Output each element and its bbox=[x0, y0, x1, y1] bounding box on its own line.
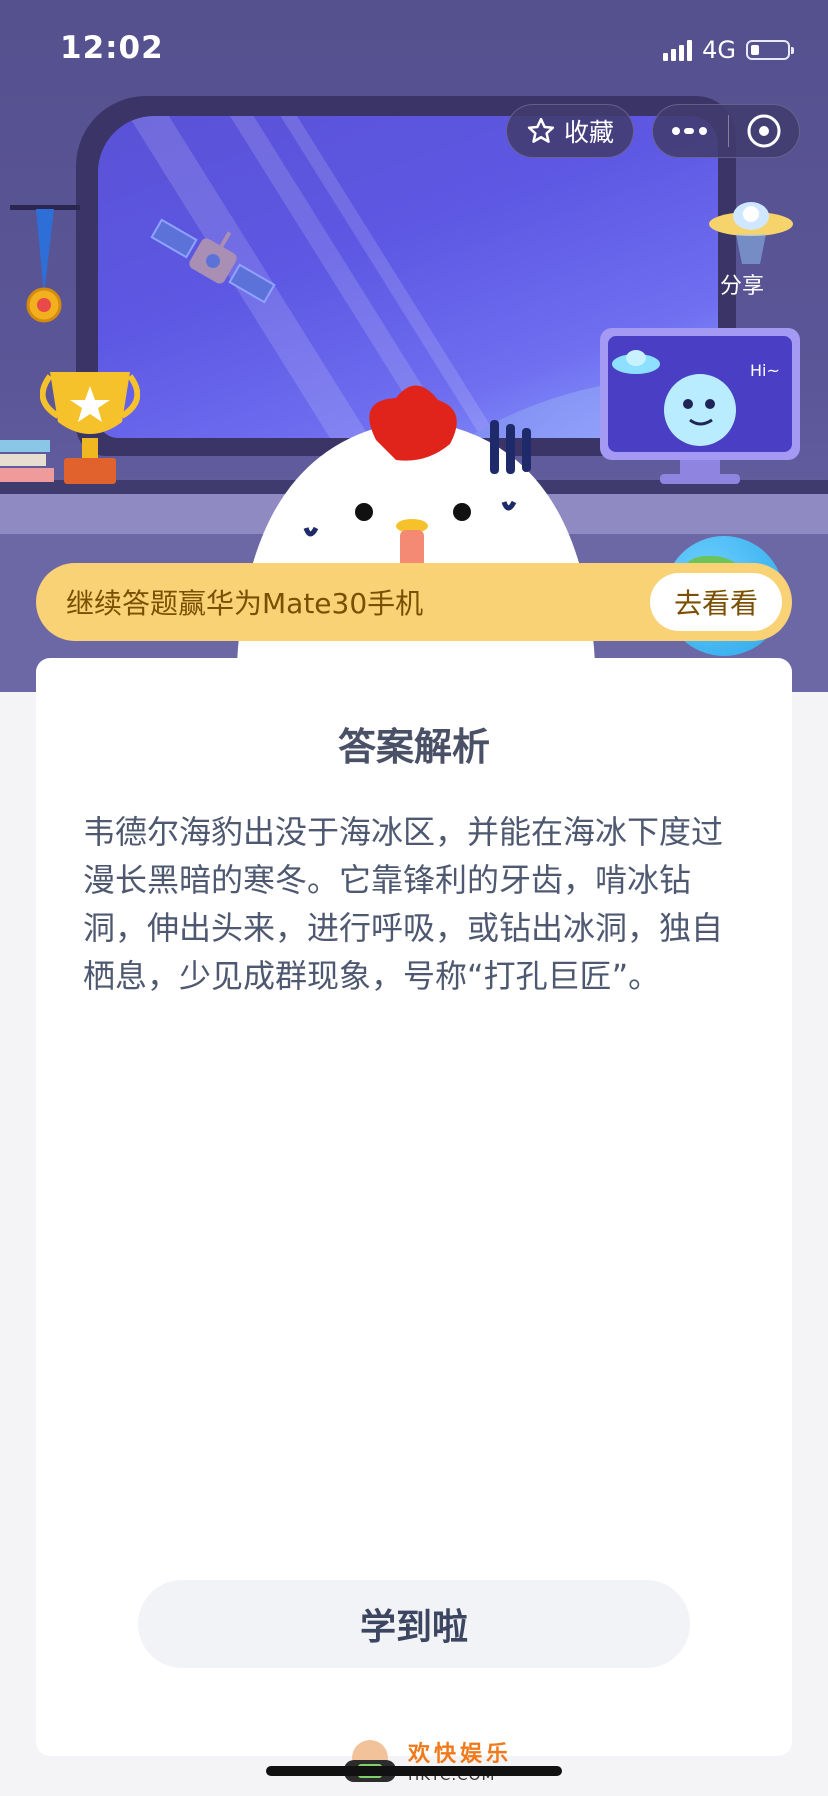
monitor-greeting: Hi~ bbox=[750, 361, 780, 380]
answer-card: 答案解析 韦德尔海豹出没于海冰区，并能在海冰下度过漫长黑暗的寒冬。它靠锋利的牙齿… bbox=[36, 658, 792, 1756]
medal-icon bbox=[10, 205, 80, 323]
card-title: 答案解析 bbox=[337, 725, 490, 769]
network-label: 4G bbox=[702, 36, 736, 64]
promo-banner[interactable]: 继续答题赢华为Mate30手机 去看看 bbox=[36, 563, 792, 641]
answer-explanation: 韦德尔海豹出没于海冰区，并能在海冰下度过漫长黑暗的寒冬。它靠锋利的牙齿，啃冰钻洞… bbox=[83, 813, 724, 995]
monitor-illustration: Hi~ bbox=[600, 328, 800, 484]
books-illustration bbox=[0, 440, 54, 482]
more-icon[interactable] bbox=[670, 125, 710, 137]
satellite-illustration bbox=[150, 218, 276, 304]
chick-mascot bbox=[236, 385, 596, 692]
status-bar: 12:02 4G bbox=[0, 0, 828, 100]
learned-button[interactable]: 学到啦 bbox=[138, 1580, 690, 1668]
favorite-button[interactable]: 收藏 bbox=[506, 104, 634, 158]
home-indicator[interactable] bbox=[266, 1766, 562, 1776]
close-miniapp-icon[interactable] bbox=[745, 112, 783, 150]
promo-text: 继续答题赢华为Mate30手机 bbox=[66, 587, 424, 620]
status-time: 12:02 bbox=[60, 30, 164, 66]
star-icon bbox=[527, 117, 555, 143]
signal-icon bbox=[663, 39, 693, 61]
promo-go-button[interactable]: 去看看 bbox=[650, 573, 782, 631]
watermark-name: 欢快娱乐 bbox=[408, 1742, 513, 1767]
battery-icon bbox=[746, 40, 794, 60]
trophy-icon bbox=[40, 372, 140, 484]
watermark-logo-icon bbox=[344, 1740, 396, 1782]
share-label[interactable]: 分享 bbox=[720, 268, 764, 300]
watermark: 欢快娱乐 HKYC.COM bbox=[336, 1734, 516, 1792]
share-ufo-icon[interactable] bbox=[706, 194, 796, 274]
favorite-label: 收藏 bbox=[563, 118, 614, 147]
miniapp-capsule bbox=[652, 104, 800, 158]
